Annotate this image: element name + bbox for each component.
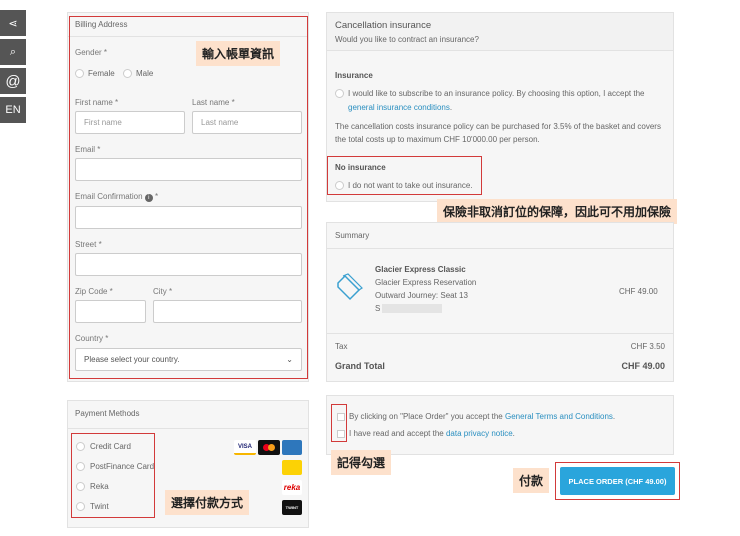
terms-panel: By clicking on "Place Order" you accept … xyxy=(326,395,674,455)
summary-panel: Summary Glacier Express Classic Glacier … xyxy=(326,222,674,382)
visa-logo: VISA xyxy=(234,440,256,455)
mastercard-logo xyxy=(258,440,280,455)
payment-title: Payment Methods xyxy=(75,409,140,418)
payment-note: 選擇付款方式 xyxy=(165,490,250,515)
terms-checkbox-row[interactable]: By clicking on "Place Order" you accept … xyxy=(337,412,615,421)
search-icon: ⌕ xyxy=(9,45,17,58)
no-insurance-highlight xyxy=(327,156,482,195)
privacy-checkbox-row[interactable]: I have read and accept the data privacy … xyxy=(337,429,515,438)
postfinance-logo xyxy=(282,460,302,475)
insurance-option[interactable]: I would like to subscribe to an insuranc… xyxy=(335,87,665,115)
terms-link[interactable]: General Terms and Conditions xyxy=(505,412,613,421)
insurance-conditions-link[interactable]: general insurance conditions xyxy=(348,103,450,112)
product-line-1: Glacier Express Reservation xyxy=(375,278,477,287)
tax-label: Tax xyxy=(335,342,348,351)
payment-highlight xyxy=(71,433,155,518)
grand-total-label: Grand Total xyxy=(335,361,385,371)
billing-note: 輸入帳單資訊 xyxy=(196,41,281,66)
insurance-note: 保險非取消訂位的保障，因此可不用加保險 xyxy=(437,199,678,224)
at-icon: @ xyxy=(5,72,21,90)
billing-highlight xyxy=(69,16,308,379)
insurance-title: Cancellation insurance xyxy=(335,20,432,31)
privacy-link[interactable]: data privacy notice xyxy=(446,429,513,438)
checkbox-highlight xyxy=(331,404,347,442)
ticket-icon xyxy=(337,273,363,301)
language-button[interactable]: EN xyxy=(0,97,26,123)
product-price: CHF 49.00 xyxy=(619,287,658,296)
product-line-2: Outward Journey: Seat 13 xyxy=(375,291,468,300)
insurance-label: Insurance xyxy=(335,71,373,80)
reka-logo: reka xyxy=(282,480,302,495)
product-name: Glacier Express Classic xyxy=(375,265,466,274)
search-button[interactable]: ⌕ xyxy=(0,39,26,65)
grand-total-value: CHF 49.00 xyxy=(621,361,665,371)
share-button[interactable]: ⋖ xyxy=(0,10,26,36)
amex-logo xyxy=(282,440,302,455)
twint-logo: TWINT xyxy=(282,500,302,515)
email-button[interactable]: @ xyxy=(0,68,26,94)
product-line-3: S xyxy=(375,302,476,315)
tax-value: CHF 3.50 xyxy=(630,342,665,351)
pay-note: 付款 xyxy=(513,468,550,493)
insurance-question: Would you like to contract an insurance? xyxy=(335,35,479,44)
place-order-button[interactable]: PLACE ORDER (CHF 49.00) xyxy=(560,467,675,495)
checkbox-note: 記得勾選 xyxy=(331,450,392,475)
share-icon: ⋖ xyxy=(8,17,18,30)
language-label: EN xyxy=(5,104,21,116)
insurance-description: The cancellation costs insurance policy … xyxy=(335,122,661,144)
summary-title: Summary xyxy=(335,231,370,240)
